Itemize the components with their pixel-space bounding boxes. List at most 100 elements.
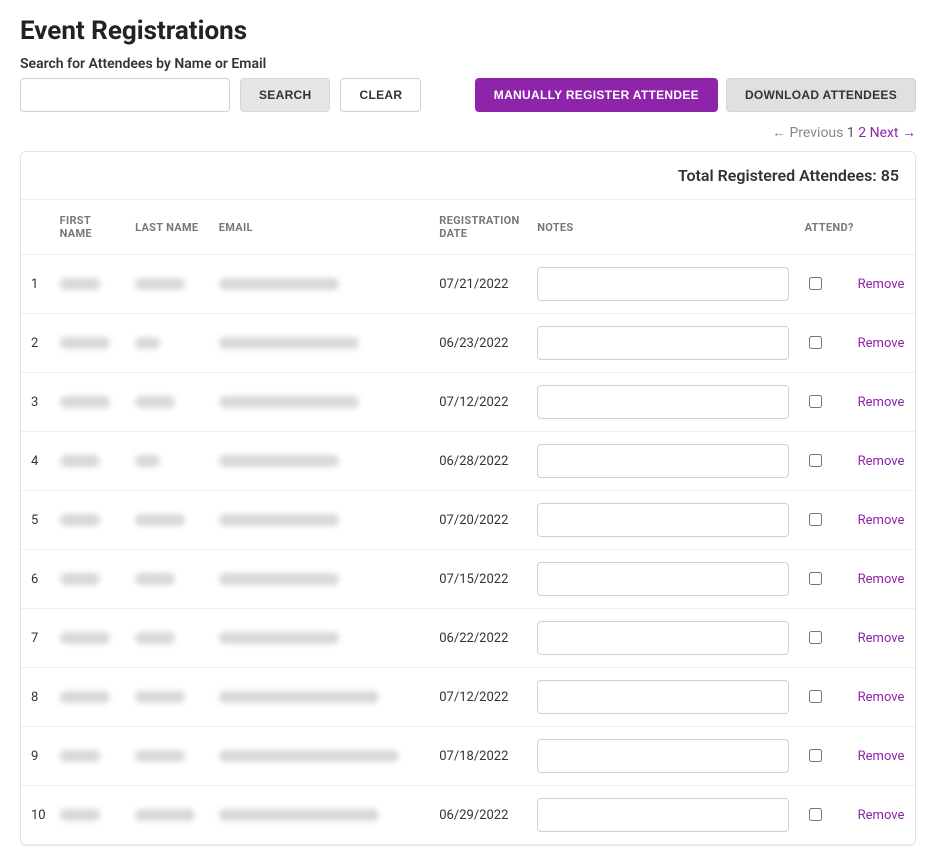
redacted-text: [219, 691, 379, 703]
redacted-text: [219, 632, 339, 644]
row-first-name: [52, 727, 128, 786]
redacted-text: [219, 455, 339, 467]
redacted-text: [60, 809, 100, 821]
notes-input[interactable]: [537, 503, 788, 537]
redacted-text: [60, 691, 110, 703]
table-row: 2 06/23/2022 Remove: [21, 314, 915, 373]
manually-register-button[interactable]: MANUALLY REGISTER ATTENDEE: [475, 78, 718, 112]
attend-checkbox[interactable]: [809, 749, 822, 762]
redacted-text: [219, 396, 359, 408]
row-attend-cell: [797, 491, 850, 550]
remove-link[interactable]: Remove: [858, 277, 905, 292]
row-attend-cell: [797, 255, 850, 314]
row-remove-cell: Remove: [850, 255, 915, 314]
row-first-name: [52, 432, 128, 491]
remove-link[interactable]: Remove: [858, 749, 905, 764]
col-last-name: LAST NAME: [127, 200, 211, 255]
pagination: ← Previous 1 2 Next →: [20, 124, 916, 141]
row-email: [211, 786, 431, 845]
row-remove-cell: Remove: [850, 491, 915, 550]
redacted-text: [135, 514, 185, 526]
notes-input[interactable]: [537, 680, 788, 714]
row-last-name: [127, 786, 211, 845]
row-email: [211, 255, 431, 314]
row-remove-cell: Remove: [850, 550, 915, 609]
notes-input[interactable]: [537, 739, 788, 773]
attend-checkbox[interactable]: [809, 572, 822, 585]
attend-checkbox[interactable]: [809, 690, 822, 703]
row-notes-cell: [529, 432, 796, 491]
redacted-text: [60, 455, 100, 467]
row-email: [211, 373, 431, 432]
redacted-text: [60, 514, 100, 526]
row-number: 2: [21, 314, 52, 373]
attend-checkbox[interactable]: [809, 808, 822, 821]
notes-input[interactable]: [537, 267, 788, 301]
row-email: [211, 550, 431, 609]
pagination-previous: ← Previous: [772, 125, 843, 141]
remove-link[interactable]: Remove: [858, 395, 905, 410]
row-remove-cell: Remove: [850, 373, 915, 432]
pagination-next[interactable]: Next →: [870, 125, 916, 141]
redacted-text: [60, 632, 110, 644]
redacted-text: [219, 809, 379, 821]
redacted-text: [60, 337, 110, 349]
search-label: Search for Attendees by Name or Email: [20, 56, 916, 72]
row-first-name: [52, 314, 128, 373]
table-row: 5 07/20/2022 Remove: [21, 491, 915, 550]
redacted-text: [60, 396, 110, 408]
table-row: 1 07/21/2022 Remove: [21, 255, 915, 314]
attend-checkbox[interactable]: [809, 277, 822, 290]
remove-link[interactable]: Remove: [858, 808, 905, 823]
table-row: 10 06/29/2022 Remove: [21, 786, 915, 845]
notes-input[interactable]: [537, 326, 788, 360]
row-notes-cell: [529, 491, 796, 550]
search-button[interactable]: SEARCH: [240, 78, 330, 112]
table-row: 6 07/15/2022 Remove: [21, 550, 915, 609]
row-last-name: [127, 255, 211, 314]
notes-input[interactable]: [537, 621, 788, 655]
redacted-text: [135, 691, 185, 703]
notes-input[interactable]: [537, 385, 788, 419]
remove-link[interactable]: Remove: [858, 336, 905, 351]
row-registration-date: 06/22/2022: [431, 609, 529, 668]
row-number: 1: [21, 255, 52, 314]
attend-checkbox[interactable]: [809, 513, 822, 526]
clear-button[interactable]: CLEAR: [340, 78, 421, 112]
redacted-text: [60, 573, 100, 585]
row-email: [211, 432, 431, 491]
attend-checkbox[interactable]: [809, 395, 822, 408]
attend-checkbox[interactable]: [809, 454, 822, 467]
notes-input[interactable]: [537, 798, 788, 832]
summary-label: Total Registered Attendees:: [678, 166, 877, 185]
attend-checkbox[interactable]: [809, 336, 822, 349]
row-registration-date: 06/29/2022: [431, 786, 529, 845]
pagination-page-2[interactable]: 2: [858, 125, 866, 141]
remove-link[interactable]: Remove: [858, 631, 905, 646]
remove-link[interactable]: Remove: [858, 690, 905, 705]
redacted-text: [135, 396, 175, 408]
row-notes-cell: [529, 255, 796, 314]
summary-count: 85: [881, 166, 899, 185]
row-registration-date: 06/23/2022: [431, 314, 529, 373]
row-first-name: [52, 786, 128, 845]
download-attendees-button[interactable]: DOWNLOAD ATTENDEES: [726, 78, 916, 112]
row-remove-cell: Remove: [850, 727, 915, 786]
notes-input[interactable]: [537, 562, 788, 596]
row-attend-cell: [797, 314, 850, 373]
remove-link[interactable]: Remove: [858, 454, 905, 469]
remove-link[interactable]: Remove: [858, 513, 905, 528]
col-registration-date: REGISTRATION DATE: [431, 200, 529, 255]
row-attend-cell: [797, 727, 850, 786]
notes-input[interactable]: [537, 444, 788, 478]
row-first-name: [52, 373, 128, 432]
redacted-text: [219, 573, 339, 585]
row-attend-cell: [797, 668, 850, 727]
search-input[interactable]: [20, 78, 230, 112]
col-notes: NOTES: [529, 200, 796, 255]
row-number: 5: [21, 491, 52, 550]
remove-link[interactable]: Remove: [858, 572, 905, 587]
row-registration-date: 07/18/2022: [431, 727, 529, 786]
pagination-page-1: 1: [847, 125, 855, 141]
attend-checkbox[interactable]: [809, 631, 822, 644]
